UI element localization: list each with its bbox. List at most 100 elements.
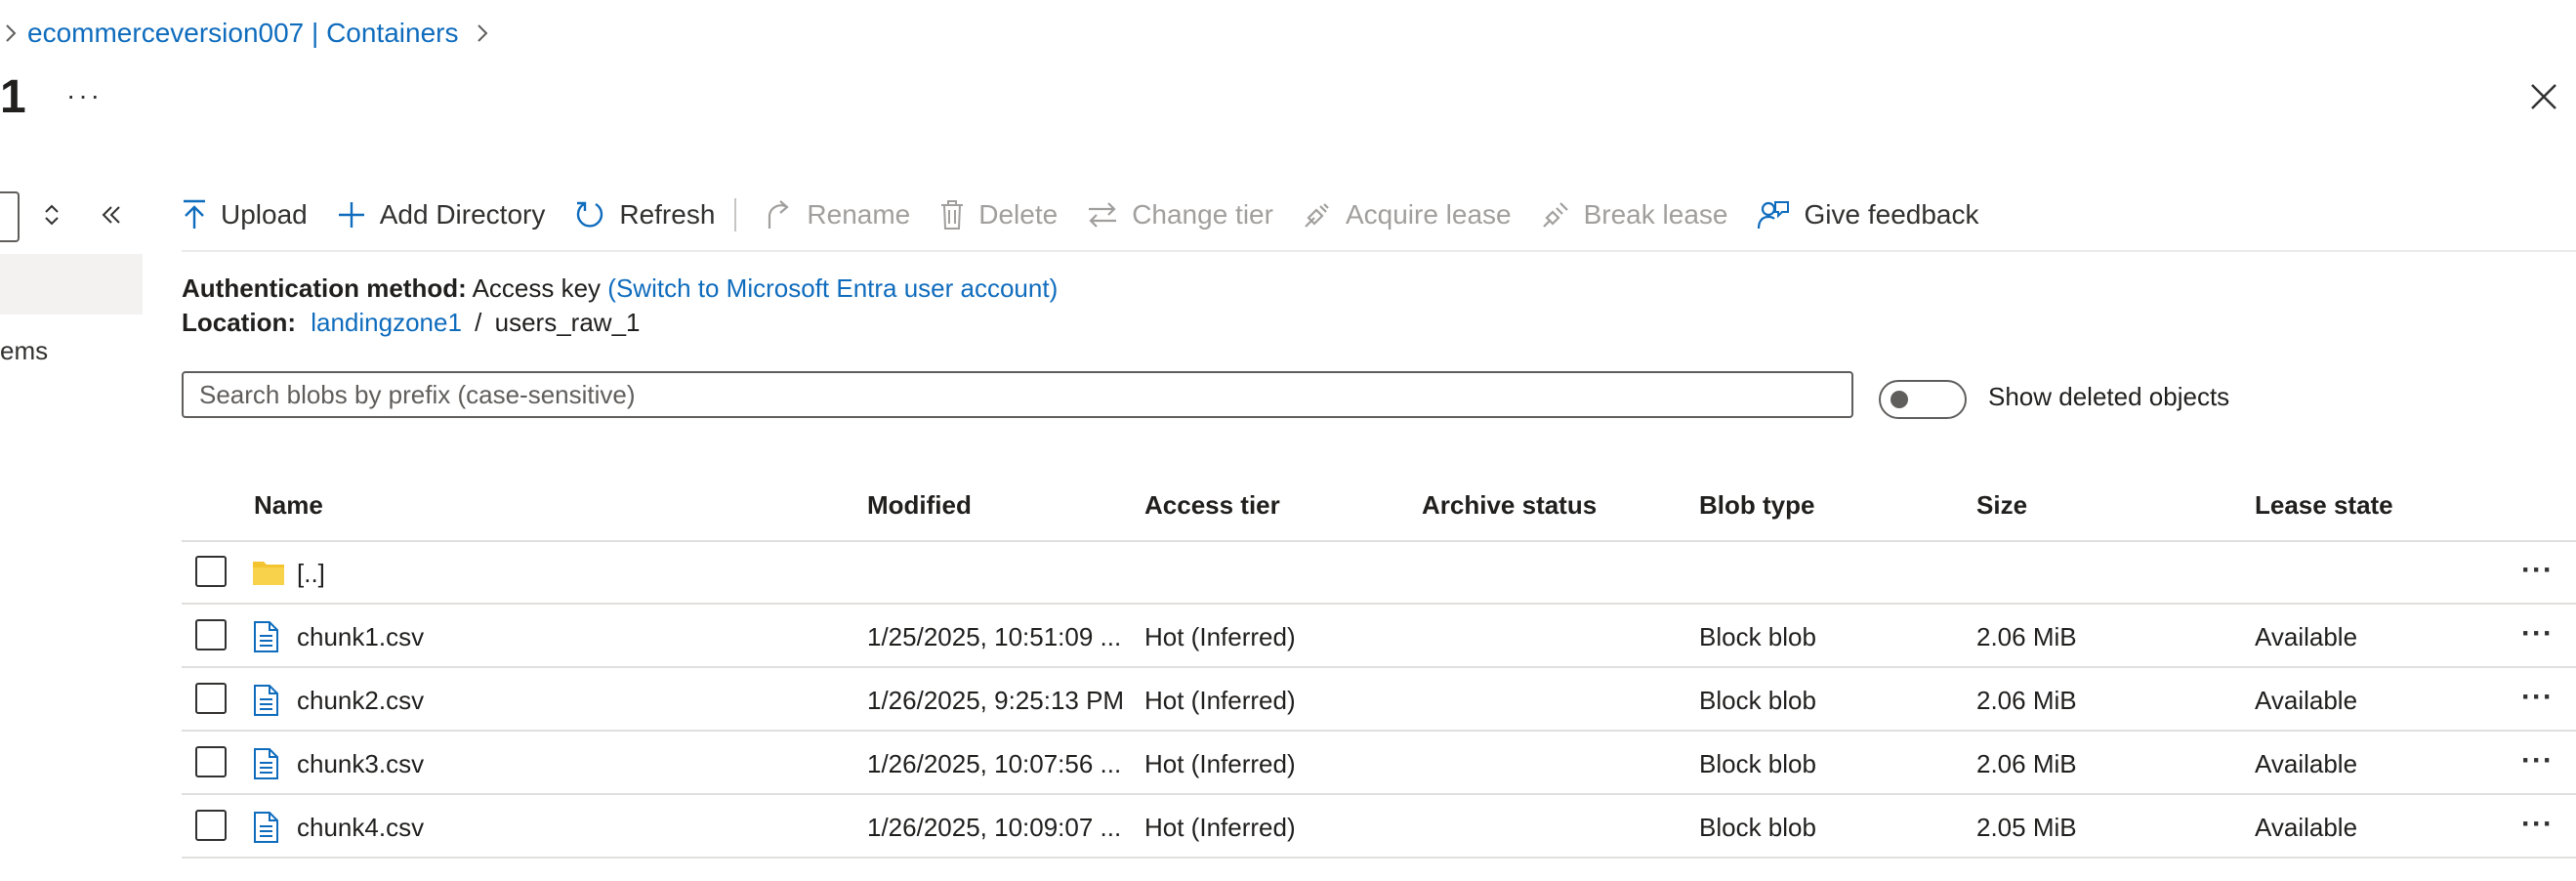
auth-method-value: Access key — [472, 273, 602, 303]
broken-link-icon — [1542, 202, 1568, 228]
row-modified: 1/26/2025, 9:25:13 PM — [867, 686, 1125, 715]
swap-icon — [1089, 202, 1117, 228]
row-modified: 1/25/2025, 10:51:09 ... — [867, 622, 1122, 651]
row-access-tier: Hot (Inferred) — [1144, 622, 1296, 651]
refresh-button[interactable]: Refresh — [574, 199, 715, 231]
refresh-label: Refresh — [619, 199, 716, 230]
row-size: 2.06 MiB — [1976, 622, 2077, 651]
column-header-modified[interactable]: Modified — [867, 490, 972, 521]
command-bar: Upload Add Directory Refresh Rename Dele… — [182, 191, 2008, 238]
add-directory-label: Add Directory — [379, 199, 546, 230]
column-header-access-tier[interactable]: Access tier — [1144, 490, 1280, 521]
row-size: 2.06 MiB — [1976, 749, 2077, 778]
nav-filter-input[interactable] — [0, 191, 20, 242]
row-more-button[interactable]: ··· — [2521, 542, 2554, 605]
table-row[interactable]: chunk3.csv 1/26/2025, 10:07:56 ... Hot (… — [182, 733, 2576, 795]
row-lease-state: Available — [2255, 813, 2358, 842]
row-name[interactable]: chunk2.csv — [297, 669, 424, 732]
toolbar-bottom-border — [182, 250, 2576, 252]
delete-button[interactable]: Delete — [939, 199, 1058, 231]
path-separator: / — [475, 308, 482, 337]
break-lease-button[interactable]: Break lease — [1541, 199, 1728, 231]
row-more-button[interactable]: ··· — [2521, 606, 2554, 668]
row-more-button[interactable]: ··· — [2521, 669, 2554, 732]
collapse-nav-icon[interactable] — [98, 201, 125, 229]
column-header-blob-type[interactable]: Blob type — [1699, 490, 1814, 521]
toolbar-divider — [734, 198, 737, 231]
upload-button[interactable]: Upload — [182, 199, 308, 231]
row-name[interactable]: chunk4.csv — [297, 796, 424, 859]
more-options-button[interactable]: ··· — [66, 80, 103, 111]
column-header-archive-status[interactable]: Archive status — [1422, 490, 1597, 521]
table-row[interactable]: chunk2.csv 1/26/2025, 9:25:13 PM Hot (In… — [182, 669, 2576, 732]
breadcrumb: ecommerceversion007 | Containers — [0, 14, 493, 53]
acquire-lease-label: Acquire lease — [1345, 199, 1512, 230]
table-row[interactable]: chunk4.csv 1/26/2025, 10:09:07 ... Hot (… — [182, 796, 2576, 859]
rename-label: Rename — [807, 199, 911, 230]
location-label: Location: — [182, 308, 296, 337]
close-icon[interactable] — [2527, 80, 2560, 113]
column-header-name[interactable]: Name — [254, 490, 323, 521]
acquire-lease-button[interactable]: Acquire lease — [1303, 199, 1512, 231]
column-header-lease-state[interactable]: Lease state — [2255, 490, 2393, 521]
row-checkbox[interactable] — [195, 746, 227, 777]
change-tier-button[interactable]: Change tier — [1087, 199, 1273, 231]
table-row-parent[interactable]: [..] ··· — [182, 542, 2576, 605]
row-checkbox[interactable] — [195, 556, 227, 587]
nav-item-selected[interactable] — [0, 254, 143, 315]
show-deleted-label: Show deleted objects — [1988, 382, 2230, 411]
toggle-knob — [1890, 391, 1908, 408]
document-icon — [254, 748, 278, 779]
give-feedback-label: Give feedback — [1804, 199, 1979, 230]
page-title: 1 — [0, 71, 26, 123]
row-blob-type: Block blob — [1699, 622, 1816, 651]
row-blob-type: Block blob — [1699, 749, 1816, 778]
folder-icon — [253, 562, 284, 585]
row-modified: 1/26/2025, 10:07:56 ... — [867, 749, 1122, 778]
refresh-icon — [577, 201, 603, 228]
breadcrumb-link-containers[interactable]: ecommerceversion007 | Containers — [27, 18, 458, 49]
document-icon — [254, 621, 278, 652]
row-checkbox[interactable] — [195, 683, 227, 714]
search-input[interactable] — [184, 373, 1851, 416]
row-access-tier: Hot (Inferred) — [1144, 749, 1296, 778]
table-row[interactable]: chunk1.csv 1/25/2025, 10:51:09 ... Hot (… — [182, 606, 2576, 668]
switch-auth-link[interactable]: (Switch to Microsoft Entra user account) — [607, 273, 1058, 303]
rename-button[interactable]: Rename — [766, 199, 910, 231]
row-lease-state: Available — [2255, 749, 2358, 778]
container-link[interactable]: landingzone1 — [311, 308, 462, 337]
delete-label: Delete — [978, 199, 1059, 230]
give-feedback-button[interactable]: Give feedback — [1757, 199, 1978, 231]
row-name[interactable]: [..] — [297, 542, 325, 605]
upload-icon — [184, 199, 205, 229]
chevron-right-icon — [0, 23, 21, 43]
auth-method-line: Authentication method: Access key (Switc… — [182, 273, 1058, 304]
search-box — [182, 371, 1853, 418]
rename-icon — [769, 200, 790, 229]
trash-icon — [941, 200, 964, 230]
row-name[interactable]: chunk3.csv — [297, 733, 424, 795]
row-blob-type: Block blob — [1699, 813, 1816, 842]
row-more-button[interactable]: ··· — [2521, 733, 2554, 795]
row-blob-type: Block blob — [1699, 686, 1816, 715]
location-path: users_raw_1 — [494, 308, 641, 337]
feedback-icon — [1758, 201, 1790, 230]
row-size: 2.06 MiB — [1976, 686, 2077, 715]
row-checkbox[interactable] — [195, 619, 227, 650]
row-lease-state: Available — [2255, 622, 2358, 651]
sort-icon[interactable] — [41, 203, 62, 227]
row-more-button[interactable]: ··· — [2521, 796, 2554, 859]
column-header-size[interactable]: Size — [1976, 490, 2027, 521]
row-name[interactable]: chunk1.csv — [297, 606, 424, 668]
add-directory-button[interactable]: Add Directory — [337, 199, 546, 231]
show-deleted-toggle[interactable] — [1879, 380, 1967, 419]
document-icon — [254, 685, 278, 716]
change-tier-label: Change tier — [1132, 199, 1273, 230]
break-lease-label: Break lease — [1583, 199, 1728, 230]
chevron-right-icon — [472, 23, 493, 43]
link-icon — [1305, 203, 1329, 228]
nav-item-label[interactable]: ems — [0, 336, 48, 366]
row-lease-state: Available — [2255, 686, 2358, 715]
plus-icon — [338, 202, 364, 228]
row-checkbox[interactable] — [195, 810, 227, 841]
